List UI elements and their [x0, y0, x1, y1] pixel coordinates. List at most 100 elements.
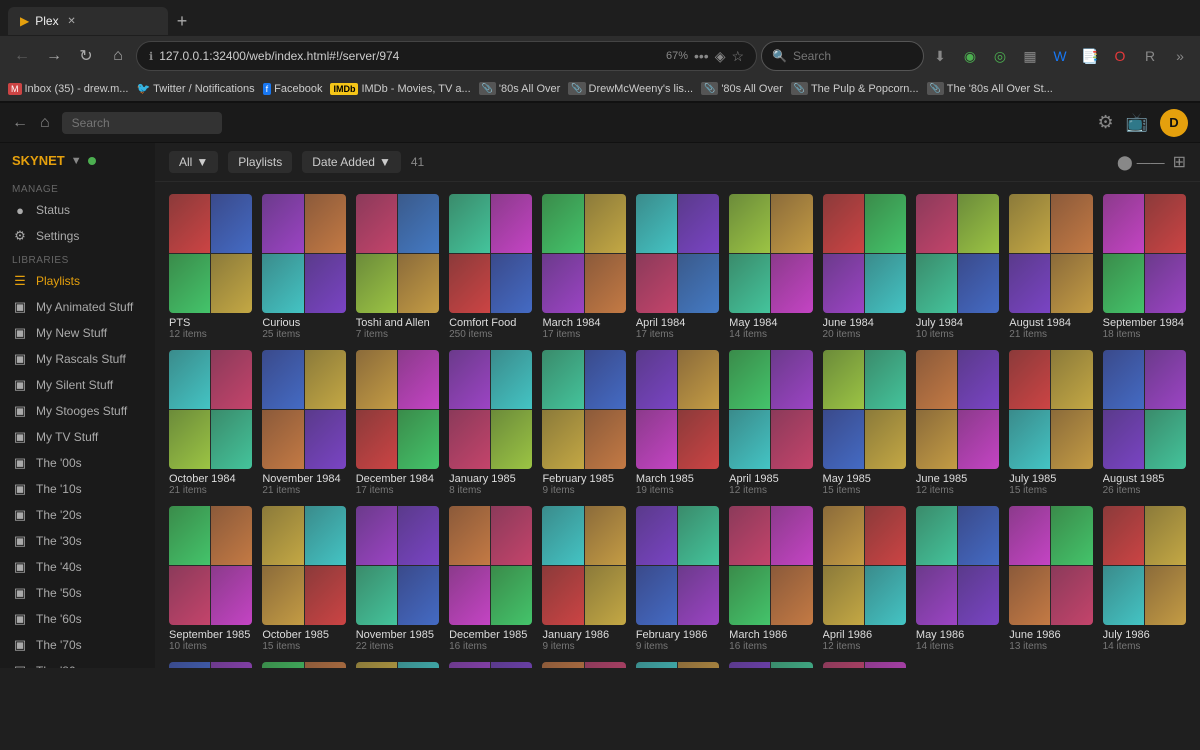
playlist-item[interactable]: PTS 12 items	[169, 194, 252, 340]
bookmark-80s1[interactable]: 📎 '80s All Over	[479, 82, 561, 95]
user-avatar[interactable]: D	[1160, 109, 1188, 137]
grid-view-toggle[interactable]: ⊞	[1173, 152, 1186, 172]
more-options-icon[interactable]: •••	[694, 48, 709, 64]
playlist-item[interactable]: December 1986 18 items	[542, 662, 625, 668]
playlist-item[interactable]: July 1985 15 items	[1009, 350, 1092, 496]
search-input[interactable]	[793, 49, 913, 63]
playlist-item[interactable]: March 1984 17 items	[542, 194, 625, 340]
playlist-item[interactable]: July 1986 14 items	[1103, 506, 1186, 652]
sidebar-item-silent[interactable]: ▣ My Silent Stuff	[0, 372, 155, 398]
extension-3-icon[interactable]: ▦	[1018, 44, 1042, 68]
playlist-item[interactable]: October 1984 21 items	[169, 350, 252, 496]
sidebar-item-60s[interactable]: ▣ The '60s	[0, 606, 155, 632]
reload-button[interactable]: ↻	[72, 42, 100, 70]
playlist-item[interactable]: September 1986 15 items	[262, 662, 345, 668]
extension-1-icon[interactable]: ◉	[958, 44, 982, 68]
playlist-item[interactable]: April 1985 12 items	[729, 350, 812, 496]
all-filter-button[interactable]: All ▼	[169, 151, 218, 173]
extension-6-icon[interactable]: R	[1138, 44, 1162, 68]
bookmark-twitter[interactable]: 🐦 Twitter / Notifications	[136, 82, 254, 95]
playlist-item[interactable]: April 1986 12 items	[823, 506, 906, 652]
playlist-item[interactable]: August 1985 26 items	[1103, 350, 1186, 496]
playlist-item[interactable]: May 1985 15 items	[823, 350, 906, 496]
download-icon[interactable]: ⬇	[928, 44, 952, 68]
playlist-item[interactable]: June 1984 20 items	[823, 194, 906, 340]
sidebar-item-status[interactable]: ● Status	[0, 197, 155, 223]
browser-search-bar[interactable]: 🔍	[761, 41, 924, 71]
sidebar-item-settings[interactable]: ⚙ Settings	[0, 223, 155, 249]
playlist-item[interactable]: March 1986 16 items	[729, 506, 812, 652]
extension-5-icon[interactable]: 📑	[1078, 44, 1102, 68]
playlist-item[interactable]: November 1985 22 items	[356, 506, 439, 652]
playlist-item[interactable]: January 1986 9 items	[542, 506, 625, 652]
sidebar-item-00s[interactable]: ▣ The '00s	[0, 450, 155, 476]
active-tab[interactable]: ▶ Plex ✕	[8, 7, 168, 35]
playlist-item[interactable]: August 1986 18 items	[169, 662, 252, 668]
playlist-item[interactable]: January 1985 8 items	[449, 350, 532, 496]
plex-cast-icon[interactable]: 📺	[1126, 112, 1148, 133]
playlist-item[interactable]: This Weekend 9 items	[636, 662, 719, 668]
sidebar-item-40s[interactable]: ▣ The '40s	[0, 554, 155, 580]
playlist-item[interactable]: December 1984 17 items	[356, 350, 439, 496]
tab-close-button[interactable]: ✕	[65, 14, 79, 28]
new-tab-button[interactable]: +	[168, 7, 196, 35]
bookmark-80s3[interactable]: 📎 The '80s All Over St...	[927, 82, 1053, 95]
bookmark-star-icon[interactable]: ☆	[731, 48, 744, 65]
extension-4-icon[interactable]: W	[1048, 44, 1072, 68]
plex-settings-icon[interactable]: ⚙	[1097, 112, 1113, 133]
date-added-filter-button[interactable]: Date Added ▼	[302, 151, 401, 173]
sidebar-item-30s[interactable]: ▣ The '30s	[0, 528, 155, 554]
playlist-item[interactable]: December 1985 16 items	[449, 506, 532, 652]
bookmark-gmail[interactable]: M Inbox (35) - drew.m...	[8, 83, 128, 95]
opera-icon[interactable]: O	[1108, 44, 1132, 68]
sidebar-item-20s[interactable]: ▣ The '20s	[0, 502, 155, 528]
playlists-filter-button[interactable]: Playlists	[228, 151, 292, 173]
playlist-item[interactable]: July 1984 10 items	[916, 194, 999, 340]
playlist-item[interactable]: September 1985 10 items	[169, 506, 252, 652]
sidebar-item-10s[interactable]: ▣ The '10s	[0, 476, 155, 502]
playlist-item[interactable]: November 1986 23 items	[449, 662, 532, 668]
playlist-item[interactable]: Toshi and Allen 7 items	[356, 194, 439, 340]
sidebar-item-50s[interactable]: ▣ The '50s	[0, 580, 155, 606]
sidebar-item-tv[interactable]: ▣ My TV Stuff	[0, 424, 155, 450]
server-header[interactable]: SKYNET ▼	[0, 143, 155, 178]
playlist-item[interactable]: April 1984 17 items	[636, 194, 719, 340]
playlist-item[interactable]: June 1985 12 items	[916, 350, 999, 496]
more-extensions-icon[interactable]: »	[1168, 44, 1192, 68]
sidebar-item-stooges[interactable]: ▣ My Stooges Stuff	[0, 398, 155, 424]
playlist-item[interactable]: March 1985 19 items	[636, 350, 719, 496]
sidebar-item-80s[interactable]: ▣ The '80s	[0, 658, 155, 668]
plex-back-button[interactable]: ←	[12, 114, 28, 132]
sidebar-item-rascals[interactable]: ▣ My Rascals Stuff	[0, 346, 155, 372]
plex-search-input[interactable]	[62, 112, 222, 134]
playlist-item[interactable]: Stuff To Watch ... 10 items	[823, 662, 906, 668]
plex-home-button[interactable]: ⌂	[40, 114, 50, 132]
bookmark-drewmcweeny[interactable]: 📎 DrewMcWeeny's lis...	[568, 82, 693, 95]
playlist-item[interactable]: October 1986 15 items	[356, 662, 439, 668]
bookmark-pulp[interactable]: 📎 The Pulp & Popcorn...	[791, 82, 919, 95]
playlist-item[interactable]: Comfort Food 250 items	[449, 194, 532, 340]
home-button[interactable]: ⌂	[104, 42, 132, 70]
address-bar[interactable]: ℹ 67% ••• ◈ ☆	[136, 41, 757, 71]
playlist-item[interactable]: May 1986 14 items	[916, 506, 999, 652]
playlist-item[interactable]: August 1984 21 items	[1009, 194, 1092, 340]
bookmark-facebook[interactable]: f Facebook	[263, 83, 323, 95]
url-input[interactable]	[159, 49, 660, 63]
playlist-item[interactable]: February 1985 9 items	[542, 350, 625, 496]
sidebar-item-playlists[interactable]: ☰ Playlists	[0, 268, 155, 294]
pocket-icon[interactable]: ◈	[715, 48, 726, 65]
playlist-item[interactable]: June 1986 13 items	[1009, 506, 1092, 652]
sidebar-item-70s[interactable]: ▣ The '70s	[0, 632, 155, 658]
extension-2-icon[interactable]: ◎	[988, 44, 1012, 68]
playlist-item[interactable]: Curious 25 items	[262, 194, 345, 340]
sidebar-item-new[interactable]: ▣ My New Stuff	[0, 320, 155, 346]
forward-button[interactable]: →	[40, 42, 68, 70]
playlist-item[interactable]: 1984The Boys 44 items	[729, 662, 812, 668]
bookmark-imdb[interactable]: IMDb IMDb - Movies, TV a...	[330, 83, 470, 95]
back-button[interactable]: ←	[8, 42, 36, 70]
playlist-item[interactable]: May 1984 14 items	[729, 194, 812, 340]
playlist-item[interactable]: September 1984 18 items	[1103, 194, 1186, 340]
playlist-item[interactable]: February 1986 9 items	[636, 506, 719, 652]
sidebar-item-animated[interactable]: ▣ My Animated Stuff	[0, 294, 155, 320]
playlist-item[interactable]: November 1984 21 items	[262, 350, 345, 496]
